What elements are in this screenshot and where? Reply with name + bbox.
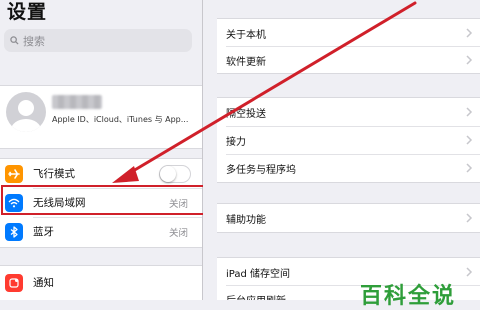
sidebar-item-wifi[interactable]: 无线局域网 关闭 <box>0 188 202 217</box>
detail-item-label: iPad 储存空间 <box>226 268 291 280</box>
detail-group-general: 关于本机 软件更新 <box>217 18 480 74</box>
detail-item-label: 多任务与程序坞 <box>226 164 296 176</box>
connectivity-group: 飞行模式 无线局域网 关闭 蓝牙 关闭 <box>0 158 202 248</box>
detail-item-label: 隔空投送 <box>226 108 266 120</box>
detail-item-about[interactable]: 关于本机 <box>217 20 480 46</box>
detail-item-airdrop[interactable]: 隔空投送 <box>217 99 480 125</box>
chevron-right-icon <box>466 107 473 117</box>
bluetooth-status: 关闭 <box>168 227 188 239</box>
sidebar-item-bluetooth[interactable]: 蓝牙 关闭 <box>0 217 202 246</box>
blurred-account-name <box>52 95 102 109</box>
detail-pane: 关于本机 软件更新 隔空投送 接力 多任务与程序坞 辅助功能 iPad 储存空间 <box>203 0 480 300</box>
detail-item-label: 软件更新 <box>226 56 266 68</box>
detail-item-label: 辅助功能 <box>226 214 266 226</box>
avatar <box>6 92 46 132</box>
chevron-right-icon <box>466 135 473 145</box>
notifications-icon <box>5 273 23 292</box>
bluetooth-icon <box>5 222 23 241</box>
sidebar-item-notifications[interactable]: 通知 <box>0 268 202 297</box>
chevron-right-icon <box>466 55 473 65</box>
apple-id-profile[interactable]: Apple ID、iCloud、iTunes 与 App... <box>0 85 202 149</box>
page-title: 设置 <box>7 1 48 23</box>
sidebar-item-airplane-mode[interactable]: 飞行模式 <box>0 159 202 188</box>
detail-group-accessibility: 辅助功能 <box>217 203 480 233</box>
wifi-status: 关闭 <box>168 198 188 210</box>
chevron-right-icon <box>466 267 473 277</box>
airplane-icon <box>5 164 23 183</box>
notifications-group: 通知 <box>0 265 202 300</box>
wifi-icon <box>5 193 23 212</box>
sidebar-item-label: 蓝牙 <box>33 226 54 238</box>
search-field[interactable]: 搜索 <box>4 29 192 52</box>
detail-item-label: 后台应用刷新 <box>226 292 286 301</box>
detail-item-label: 接力 <box>226 136 246 148</box>
settings-sidebar: 设置 搜索 Apple ID、iCloud、iTunes 与 App... 飞行… <box>0 0 203 300</box>
sidebar-item-label: 飞行模式 <box>33 168 75 180</box>
detail-item-accessibility[interactable]: 辅助功能 <box>217 205 480 231</box>
chevron-right-icon <box>466 163 473 173</box>
detail-item-software-update[interactable]: 软件更新 <box>217 47 480 73</box>
search-placeholder: 搜索 <box>23 34 45 48</box>
chevron-right-icon <box>466 213 473 223</box>
sidebar-item-label: 无线局域网 <box>33 197 86 209</box>
detail-item-multitasking[interactable]: 多任务与程序坞 <box>217 155 480 181</box>
profile-subtitle: Apple ID、iCloud、iTunes 与 App... <box>52 115 189 124</box>
chevron-right-icon <box>466 28 473 38</box>
sidebar-item-label: 通知 <box>33 277 54 289</box>
airplane-mode-toggle[interactable] <box>159 164 191 183</box>
detail-item-handoff[interactable]: 接力 <box>217 127 480 153</box>
search-icon <box>10 36 19 45</box>
detail-group-continuity: 隔空投送 接力 多任务与程序坞 <box>217 97 480 183</box>
detail-item-label: 关于本机 <box>226 29 266 41</box>
watermark: 百科全说 <box>360 284 457 309</box>
